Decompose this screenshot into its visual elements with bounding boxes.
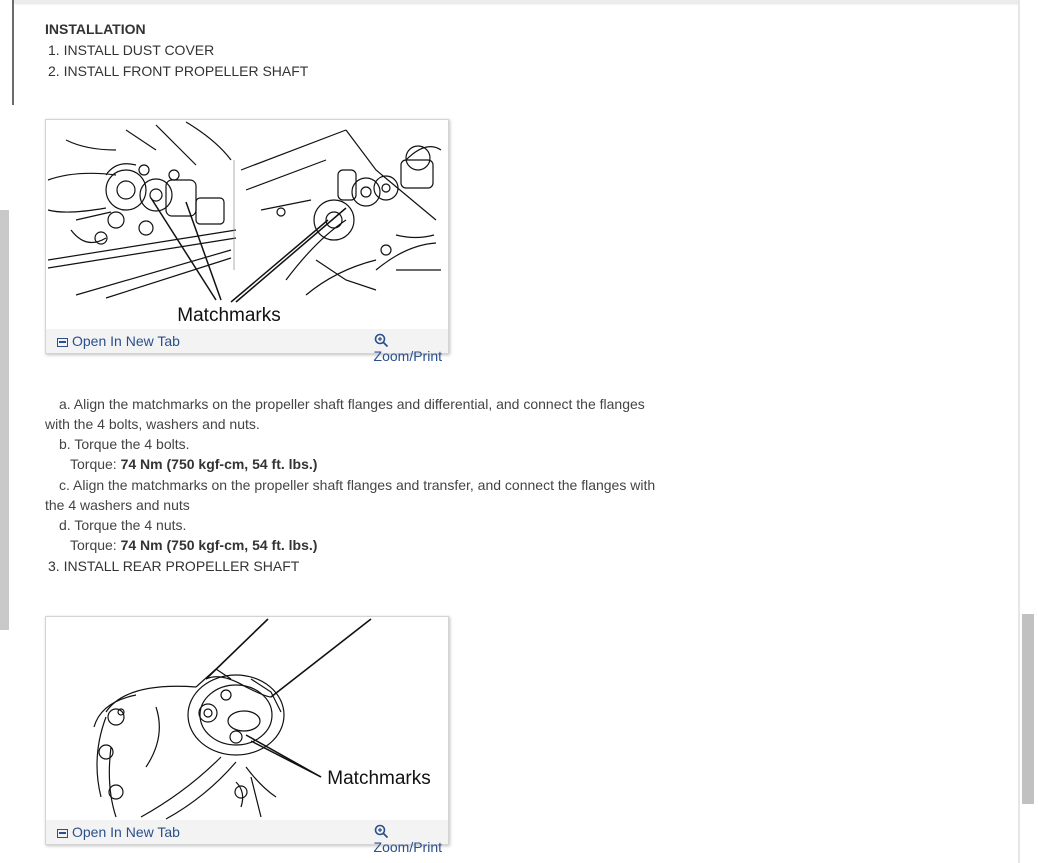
substeps-block: a. Align the matchmarks on the propeller… <box>45 394 1005 576</box>
substep-d-torque: Torque: 74 Nm (750 kgf-cm, 54 ft. lbs.) <box>45 535 1005 555</box>
substep-c-line2: the 4 washers and nuts <box>45 497 190 513</box>
substep-a-line1: a. Align the matchmarks on the propeller… <box>59 396 645 412</box>
figure2-toolbar: Open In New Tab Zoom/Print <box>46 820 448 855</box>
open-new-tab-label: Open In New Tab <box>72 333 180 349</box>
substep-a-line2: with the 4 bolts, washers and nuts. <box>45 416 260 432</box>
step-1: 1. INSTALL DUST COVER <box>48 42 215 58</box>
torque-label: Torque: <box>70 456 121 472</box>
scrollbar-thumb[interactable] <box>1022 614 1034 804</box>
substep-b-torque: Torque: 74 Nm (750 kgf-cm, 54 ft. lbs.) <box>45 454 1005 474</box>
torque-value: 74 Nm (750 kgf-cm, 54 ft. lbs.) <box>120 537 318 553</box>
step-3: 3. INSTALL REAR PROPELLER SHAFT <box>48 558 300 574</box>
substep-b: b. Torque the 4 bolts. <box>59 436 190 452</box>
substep-c-line1: c. Align the matchmarks on the propeller… <box>59 477 656 493</box>
zoom-print-label: Zoom/Print <box>373 348 442 364</box>
open-tab-icon <box>57 829 68 838</box>
rear-shaft-illustration: Matchmarks <box>93 618 431 820</box>
figure2-open-new-tab-link[interactable]: Open In New Tab <box>57 824 180 840</box>
torque-value: 74 Nm (750 kgf-cm, 54 ft. lbs.) <box>120 456 318 472</box>
figure-front-propeller-shaft: Matchmarks Open In New Tab Zoom/Print <box>45 119 449 364</box>
zoom-icon <box>374 824 388 839</box>
figure1-label: Matchmarks <box>177 305 280 326</box>
zoom-icon <box>374 333 388 348</box>
figure2-label: Matchmarks <box>327 768 430 789</box>
section-heading: INSTALLATION <box>45 21 146 37</box>
figure-rear-propeller-shaft: Matchmarks Open In New Tab Zoom/Print <box>45 616 449 855</box>
open-new-tab-label: Open In New Tab <box>72 824 180 840</box>
torque-label: Torque: <box>70 537 121 553</box>
substep-d: d. Torque the 4 nuts. <box>59 517 187 533</box>
open-tab-icon <box>57 338 68 347</box>
front-shaft-illustration: Matchmarks <box>47 121 442 326</box>
left-edge-marker <box>12 0 14 105</box>
top-divider <box>14 0 1022 3</box>
figure2-zoom-print-link[interactable]: Zoom/Print <box>374 824 442 855</box>
left-panel-edge <box>0 210 9 630</box>
zoom-print-label: Zoom/Print <box>373 839 442 855</box>
step-2: 2. INSTALL FRONT PROPELLER SHAFT <box>48 63 309 79</box>
figure1-toolbar: Open In New Tab Zoom/Print <box>46 329 448 364</box>
figure1-open-new-tab-link[interactable]: Open In New Tab <box>57 333 180 349</box>
installation-section: INSTALLATION 1. INSTALL DUST COVER 2. IN… <box>45 19 1005 81</box>
figure1-zoom-print-link[interactable]: Zoom/Print <box>374 333 442 364</box>
